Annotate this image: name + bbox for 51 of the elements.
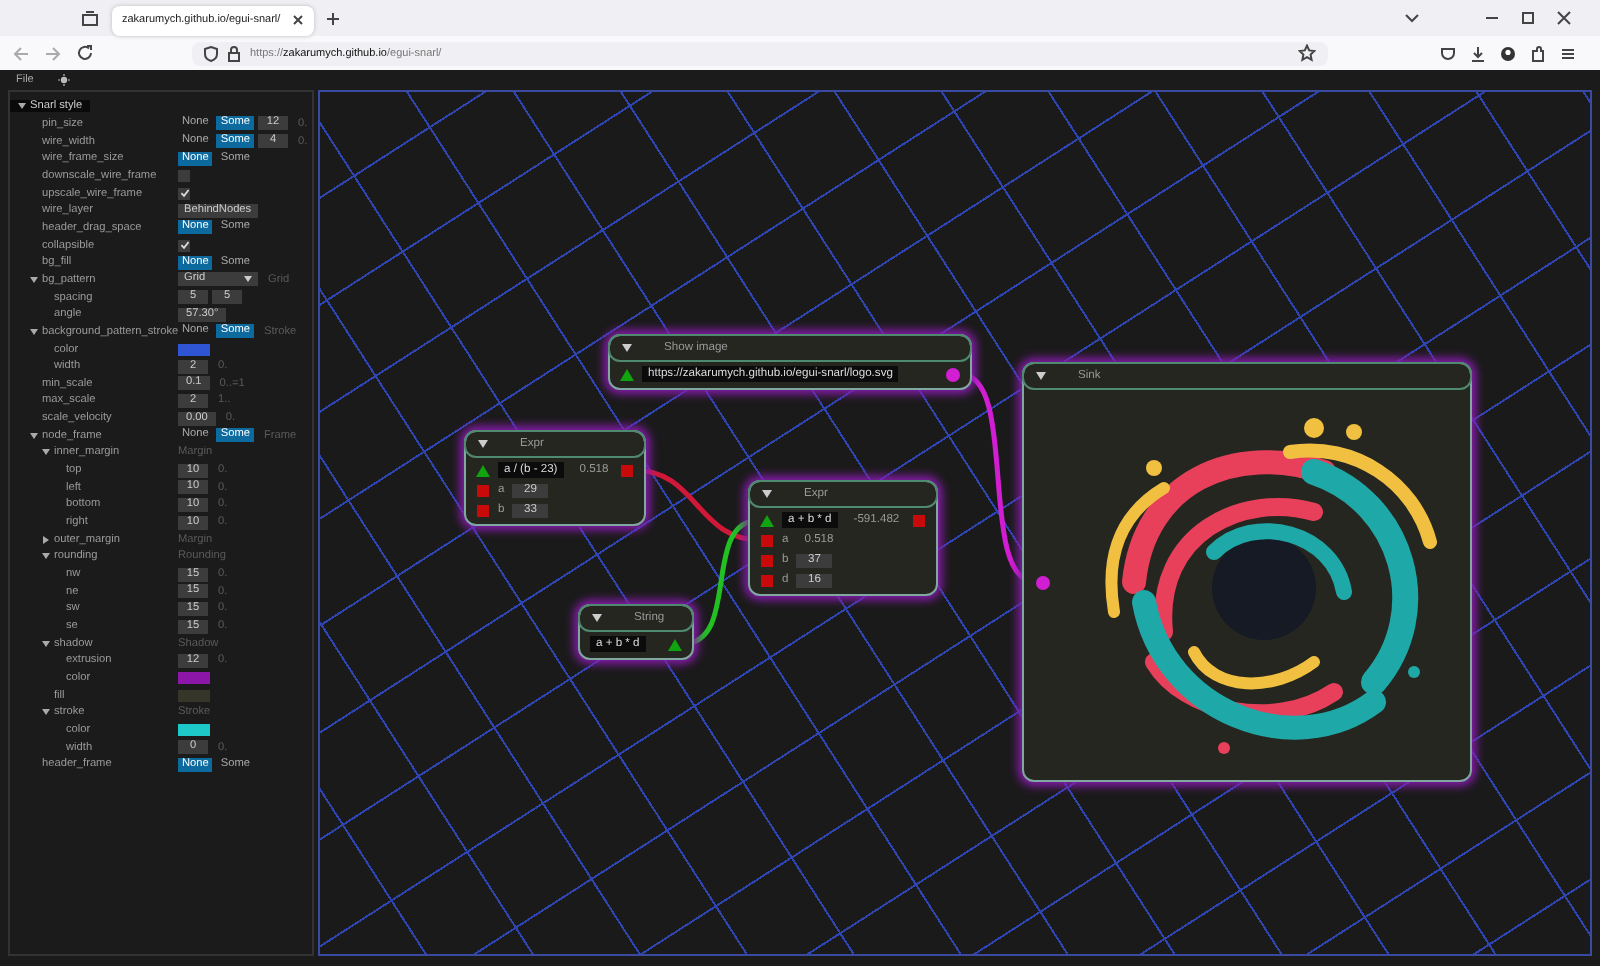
extensions-icon[interactable] <box>1530 45 1546 61</box>
input-pin[interactable] <box>476 483 490 497</box>
close-icon[interactable] <box>1556 10 1572 26</box>
collapse-triangle-icon[interactable] <box>762 490 772 498</box>
collapse-triangle-icon[interactable] <box>478 440 488 448</box>
input-pin[interactable] <box>760 533 774 547</box>
star-icon[interactable] <box>1298 44 1316 62</box>
output-pin[interactable] <box>946 367 960 381</box>
shield-icon <box>204 45 218 61</box>
color-swatch[interactable] <box>178 343 210 356</box>
collapse-triangle-icon[interactable] <box>1036 372 1046 380</box>
caret-icon <box>244 276 252 283</box>
collapse-triangle-icon[interactable] <box>622 344 632 352</box>
sun-icon[interactable] <box>57 73 70 85</box>
input-pin[interactable] <box>760 573 774 587</box>
input-pin[interactable] <box>476 463 490 477</box>
account-icon[interactable] <box>1500 45 1516 61</box>
chevron-down-icon[interactable] <box>1404 12 1420 24</box>
checkbox[interactable] <box>178 187 190 200</box>
expand-triangle-icon[interactable] <box>30 327 38 336</box>
checkbox[interactable] <box>178 169 190 182</box>
expand-triangle-icon[interactable] <box>30 275 38 284</box>
expand-triangle-icon[interactable] <box>42 639 50 648</box>
input-pin[interactable] <box>1036 575 1050 589</box>
close-icon[interactable] <box>292 14 305 26</box>
input-pin[interactable] <box>476 503 490 517</box>
input-pin[interactable] <box>760 553 774 567</box>
expand-triangle-icon[interactable] <box>18 102 26 111</box>
collapse-triangle-icon[interactable] <box>592 614 602 622</box>
output-pin[interactable] <box>620 463 634 477</box>
tab-list-icon[interactable] <box>80 9 100 27</box>
input-pin[interactable] <box>620 367 634 381</box>
lock-icon <box>228 45 240 61</box>
expand-triangle-icon[interactable] <box>42 708 50 717</box>
menu-icon[interactable] <box>1560 45 1576 61</box>
expand-triangle-icon[interactable] <box>42 552 50 561</box>
expand-triangle-icon[interactable] <box>42 448 50 457</box>
color-swatch[interactable] <box>178 723 210 736</box>
expand-triangle-icon[interactable] <box>30 431 38 440</box>
output-pin[interactable] <box>912 513 926 527</box>
plus-icon[interactable] <box>326 11 341 25</box>
color-swatch[interactable] <box>178 671 210 684</box>
color-swatch[interactable] <box>178 689 210 702</box>
expand-triangle-icon[interactable] <box>42 535 50 544</box>
pocket-icon[interactable] <box>1440 45 1456 61</box>
download-icon[interactable] <box>1470 45 1486 61</box>
input-pin[interactable] <box>760 513 774 527</box>
maximize-icon[interactable] <box>1520 10 1536 26</box>
reload-icon[interactable] <box>76 44 94 62</box>
output-pin[interactable] <box>668 637 682 651</box>
checkbox[interactable] <box>178 239 190 252</box>
